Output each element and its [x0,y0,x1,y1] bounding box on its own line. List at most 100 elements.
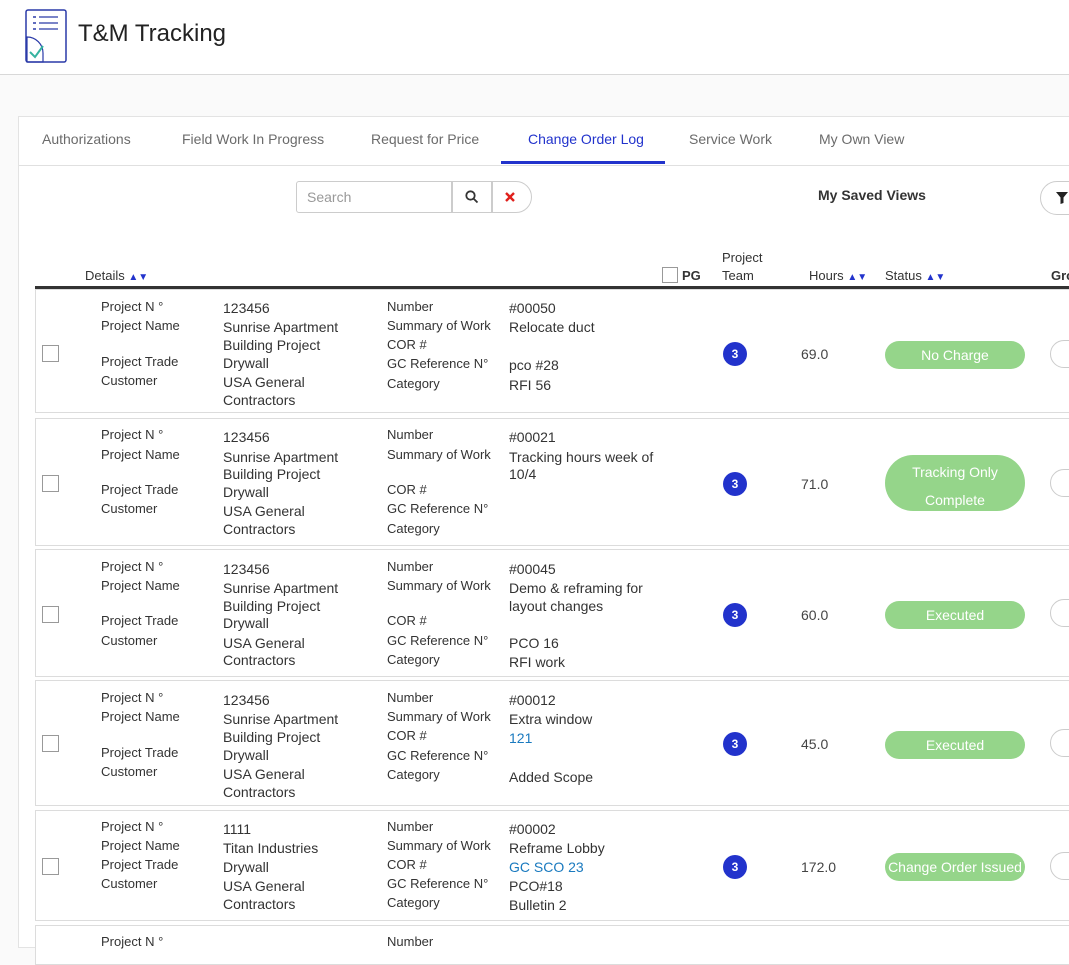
project-no-value: 123456 [223,300,270,316]
gc-reference-value: pco #28 [509,357,559,373]
tab-change-order-log[interactable]: Change Order Log [528,131,644,147]
gc-reference-label: GC Reference N° [387,633,489,648]
project-name-value-cont: Building Project [223,598,321,614]
group-action-button[interactable] [1050,599,1069,627]
table-row[interactable]: Project N ° Project Name Project Trade C… [35,289,1069,413]
project-trade-label: Project Trade [101,482,179,497]
project-no-value: 123456 [223,429,270,445]
summary-value: Relocate duct [509,319,595,335]
pg-column-header: PG [682,268,701,283]
summary-label: Summary of Work [387,578,491,593]
category-label: Category [387,521,440,536]
gc-reference-label: GC Reference N° [387,748,489,763]
tab-service-work[interactable]: Service Work [689,131,772,147]
search-button[interactable] [452,181,492,213]
project-no-label: Project N ° [101,427,164,442]
group-action-button[interactable] [1050,852,1069,880]
filter-button[interactable] [1040,181,1069,215]
project-trade-value: Drywall [223,615,269,631]
search-input[interactable] [296,181,452,213]
project-trade-label: Project Trade [101,745,179,760]
group-column-header[interactable]: Gro [1051,268,1069,283]
project-no-value: 123456 [223,561,270,577]
group-action-button[interactable] [1050,469,1069,497]
table-row[interactable]: Project N ° Project Name Project Trade C… [35,549,1069,677]
cor-label: COR # [387,482,427,497]
summary-value-cont: layout changes [509,598,604,614]
tab-field-work-in-progress[interactable]: Field Work In Progress [182,131,324,147]
summary-label: Summary of Work [387,838,491,853]
status-badge: Executed [885,601,1025,629]
project-team-header-line2: Team [722,268,754,283]
hours-value: 71.0 [801,476,829,492]
row-checkbox[interactable] [42,735,59,752]
row-checkbox[interactable] [42,606,59,623]
status-badge: No Charge [885,341,1025,369]
details-column-header[interactable]: Details ▲▼ [85,268,148,283]
hours-value: 45.0 [801,736,829,752]
hours-column-header[interactable]: Hours ▲▼ [809,268,867,283]
pg-select-all-checkbox[interactable] [662,267,678,283]
checklist-logo-icon[interactable] [25,9,67,63]
project-no-label: Project N ° [101,299,164,314]
tab-authorizations[interactable]: Authorizations [42,131,131,147]
customer-label: Customer [101,764,158,779]
group-action-button[interactable] [1050,729,1069,757]
group-action-button[interactable] [1050,340,1069,368]
project-trade-value: Drywall [223,355,269,371]
tab-request-for-price[interactable]: Request for Price [371,131,479,147]
project-team-header-line1: Project [722,250,763,265]
cor-link[interactable]: GC SCO 23 [509,859,584,875]
project-no-label: Project N ° [101,559,164,574]
app-title: T&M Tracking [78,20,227,47]
project-trade-value: Drywall [223,747,269,763]
table-row[interactable]: Project N ° Project Name Project Trade C… [35,418,1069,546]
table-row[interactable]: Project N ° Project Name Project Trade C… [35,810,1069,921]
status-badge: Tracking Only Complete [885,455,1025,511]
category-value: RFI 56 [509,377,552,393]
my-saved-views-button[interactable]: My Saved Views [818,187,926,203]
number-value: #00002 [509,821,556,837]
tab-my-own-view[interactable]: My Own View [819,131,904,147]
project-name-label: Project Name [101,578,180,593]
change-order-log-panel: Authorizations Field Work In Progress Re… [18,116,1069,965]
project-team-badge[interactable]: 3 [723,732,747,756]
summary-value: Reframe Lobby [509,840,605,856]
customer-label: Customer [101,373,158,388]
project-team-badge[interactable]: 3 [723,603,747,627]
customer-value: USA General [223,635,305,651]
category-value: Added Scope [509,769,594,785]
project-trade-value: Drywall [223,859,269,875]
hours-value: 172.0 [801,859,837,875]
cor-link[interactable]: 121 [509,730,532,746]
project-team-badge[interactable]: 3 [723,855,747,879]
summary-value: Tracking hours week of [509,449,654,465]
customer-label: Customer [101,501,158,516]
row-checkbox[interactable] [42,858,59,875]
filter-icon [1056,192,1068,204]
project-no-label: Project N ° [101,690,164,705]
table-row[interactable]: Project N ° Number [35,925,1069,965]
gc-reference-value: PCO 16 [509,635,559,651]
customer-value-cont: Contractors [223,652,296,668]
customer-value-cont: Contractors [223,521,296,537]
row-checkbox[interactable] [42,345,59,362]
project-name-value: Sunrise Apartment [223,711,339,727]
app-header: T&M Tracking [0,0,1069,75]
project-team-badge[interactable]: 3 [723,342,747,366]
summary-label: Summary of Work [387,318,491,333]
customer-value: USA General [223,766,305,782]
project-team-badge[interactable]: 3 [723,472,747,496]
table-row[interactable]: Project N ° Project Name Project Trade C… [35,680,1069,806]
project-trade-value: Drywall [223,484,269,500]
row-checkbox[interactable] [42,475,59,492]
project-name-label: Project Name [101,709,180,724]
number-label: Number [387,427,434,442]
clear-search-button[interactable] [492,181,532,213]
project-no-value: 1111 [223,821,252,837]
hours-value: 60.0 [801,607,829,623]
status-column-header[interactable]: Status ▲▼ [885,268,945,283]
search-icon [465,190,479,204]
project-name-value: Sunrise Apartment [223,580,339,596]
sort-icon: ▲▼ [847,272,868,283]
